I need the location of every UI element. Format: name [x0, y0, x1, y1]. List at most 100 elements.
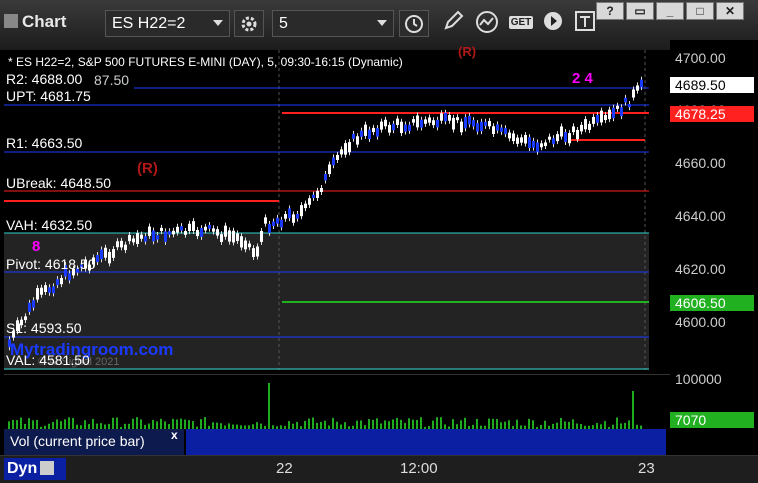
candle: [52, 286, 55, 294]
candle: [96, 255, 99, 262]
candle: [496, 124, 499, 131]
indicator-button[interactable]: [472, 10, 502, 37]
candle: [252, 248, 255, 257]
candle: [524, 134, 527, 144]
candle: [380, 121, 383, 130]
level-label-upt: UPT: 4681.75: [6, 88, 91, 104]
candle: [368, 129, 371, 139]
get-button[interactable]: GET: [506, 10, 536, 37]
volume-panel[interactable]: [4, 374, 670, 429]
candle: [160, 227, 163, 232]
dynamic-button[interactable]: Dyn: [4, 458, 66, 480]
candle: [236, 233, 239, 241]
candle: [580, 124, 583, 132]
volume-bar: [60, 421, 62, 429]
candle: [388, 124, 391, 133]
volume-bar: [8, 421, 10, 429]
volume-bar: [460, 420, 462, 429]
candle: [512, 133, 515, 142]
candle: [32, 300, 35, 308]
candle: [592, 116, 595, 124]
candle: [272, 221, 275, 227]
volume-indicator-tag[interactable]: Vol (current price bar): [4, 429, 184, 455]
volume-bar: [616, 417, 618, 429]
candle: [636, 85, 639, 91]
candle: [452, 117, 455, 130]
volume-bar: [436, 417, 438, 429]
symbol-select[interactable]: ES H22=2: [105, 10, 230, 37]
candle: [568, 133, 571, 144]
candle: [640, 79, 643, 88]
candle: [616, 105, 619, 109]
candle: [40, 287, 43, 295]
candle: [600, 110, 603, 123]
candle: [340, 149, 343, 155]
volume-bar: [396, 417, 398, 429]
maximize-button[interactable]: □: [686, 2, 714, 20]
candle: [180, 226, 183, 231]
candle: [400, 121, 403, 134]
candle: [208, 225, 211, 229]
interval-select[interactable]: 5: [272, 10, 394, 37]
time-button[interactable]: [399, 10, 429, 37]
candle: [548, 136, 551, 140]
candle: [576, 129, 579, 140]
restore-button[interactable]: ▭: [626, 2, 654, 20]
settings-button[interactable]: [234, 10, 264, 37]
window-title: Chart: [4, 12, 66, 32]
volume-bar: [152, 419, 154, 429]
candle: [168, 231, 171, 235]
close-icon[interactable]: x: [171, 428, 178, 442]
price-chart[interactable]: * ES H22=2, S&P 500 FUTURES E-MINI (DAY)…: [4, 50, 670, 372]
volume-bar: [332, 417, 334, 429]
play-button[interactable]: [538, 10, 568, 37]
app-icon: [4, 14, 18, 28]
candle: [280, 219, 283, 228]
toolbar: Chart ES H22=2 5 GET ? ▭ _ □ ✕: [0, 0, 758, 50]
draw-button[interactable]: [438, 10, 468, 37]
candle: [528, 137, 531, 149]
last-price-label: 4689.50: [670, 77, 754, 93]
close-button[interactable]: ✕: [716, 2, 744, 20]
candle: [492, 126, 495, 135]
candle: [212, 228, 215, 232]
candle: [328, 164, 331, 175]
last-volume-label: 7070: [670, 412, 754, 428]
volume-bar: [212, 422, 214, 429]
candle: [192, 221, 195, 231]
candle: [320, 188, 323, 192]
candle: [508, 132, 511, 139]
candle: [628, 104, 631, 108]
candle: [60, 277, 63, 285]
volume-bar: [72, 418, 74, 429]
volume-bar: [256, 422, 258, 429]
volume-bar: [416, 419, 418, 429]
volume-bar: [156, 421, 158, 429]
candle: [344, 143, 347, 155]
volume-bar: [64, 419, 66, 429]
candle: [316, 190, 319, 198]
candle: [480, 121, 483, 132]
candle: [384, 119, 387, 127]
candle: [612, 107, 615, 119]
level-label-r2: R2: 4688.00: [6, 71, 83, 87]
candle: [356, 136, 359, 145]
candle: [428, 117, 431, 123]
volume-bar: [568, 421, 570, 429]
minimize-button[interactable]: _: [656, 2, 684, 20]
candle: [216, 229, 219, 236]
candle: [556, 134, 559, 142]
help-button[interactable]: ?: [596, 2, 624, 20]
candle: [352, 133, 355, 139]
candle: [284, 214, 287, 219]
volume-bar: [92, 419, 94, 429]
volume-bar: [164, 421, 166, 429]
volume-bar: [56, 419, 58, 429]
candle: [248, 243, 251, 248]
text-icon: [575, 11, 595, 31]
candle: [432, 120, 435, 126]
candle: [164, 231, 167, 242]
candle: [268, 223, 271, 233]
volume-bar: [476, 419, 478, 429]
candle: [264, 217, 267, 224]
